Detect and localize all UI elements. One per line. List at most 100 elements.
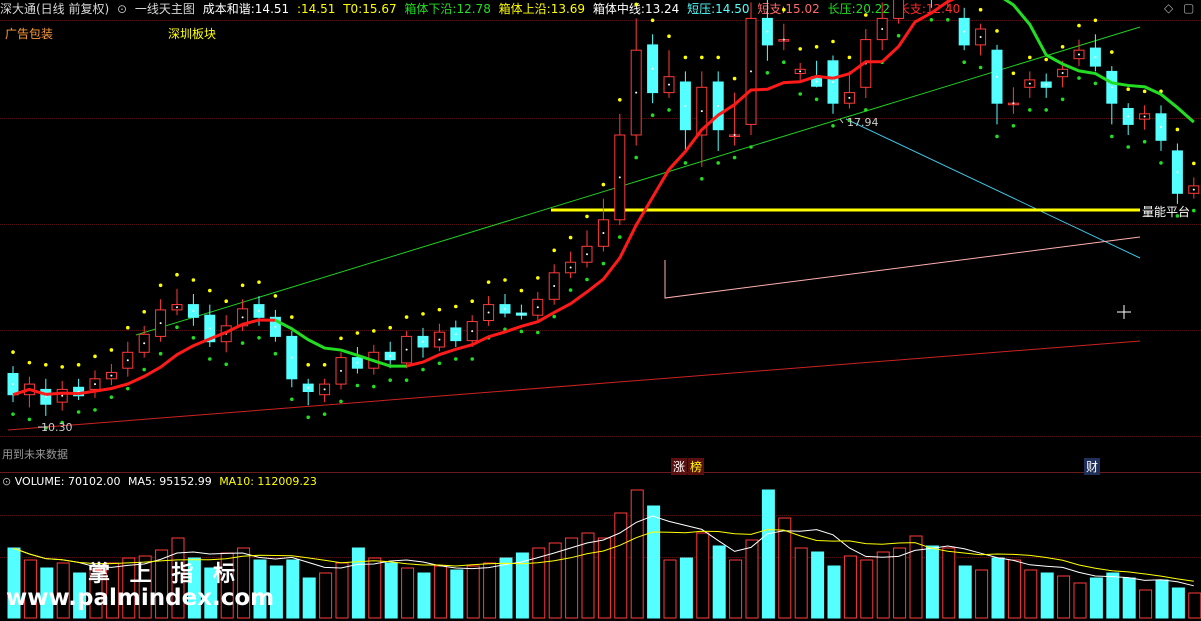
tag-bang[interactable]: 榜: [688, 458, 705, 475]
low-dot: [1044, 108, 1048, 112]
low-dot: [585, 277, 589, 282]
high-dot: [831, 39, 835, 44]
mid-dot: [1192, 188, 1195, 191]
volume-bar: [1024, 569, 1038, 619]
volume-bar: [466, 565, 480, 619]
high-dot: [634, 2, 638, 7]
low-dot: [896, 33, 901, 38]
volume-bar: [614, 512, 628, 619]
high-dot: [76, 363, 81, 367]
mid-dot: [241, 316, 244, 319]
low-price-label: 10.30: [41, 421, 73, 434]
high-dot: [60, 365, 64, 369]
high-dot: [44, 363, 48, 367]
low-dot: [93, 408, 97, 412]
high-dot: [798, 47, 802, 51]
volume-bar: [401, 567, 415, 619]
mid-dot: [208, 327, 211, 330]
volume-header: ⊙ VOLUME: 70102.00 MA5: 95152.99 MA10: 1…: [2, 475, 317, 488]
low-dot: [995, 134, 999, 139]
volume-bar: [581, 532, 595, 619]
mid-dot: [553, 285, 556, 288]
mid-dot: [963, 30, 966, 33]
mid-dot: [176, 306, 178, 309]
mid-dot: [602, 232, 605, 235]
volume-bar: [778, 517, 792, 619]
volume-bar: [843, 555, 857, 619]
low-dot: [290, 397, 294, 402]
volume-bar: [712, 545, 726, 619]
low-dot: [552, 314, 556, 319]
low-dot: [519, 329, 524, 334]
mid-dot: [536, 306, 539, 309]
mid-dot: [44, 395, 47, 398]
mid-dot: [651, 67, 654, 70]
moving-average-line: [45, 391, 79, 396]
high-dot: [1060, 45, 1065, 49]
volume-bar: [286, 559, 300, 619]
low-dot: [175, 325, 179, 330]
mid-dot: [586, 253, 588, 256]
high-dot: [355, 331, 360, 335]
mid-dot: [832, 81, 834, 83]
low-dot: [306, 415, 311, 420]
mid-dot: [782, 38, 785, 41]
mid-dot: [389, 355, 392, 358]
tag-cai[interactable]: 财: [1084, 458, 1101, 475]
volume-bar: [925, 545, 939, 619]
mid-dot: [1094, 56, 1097, 59]
mid-dot: [290, 356, 293, 359]
high-dot: [585, 214, 589, 219]
price-chart[interactable]: [0, 0, 1201, 621]
high-dot: [782, 7, 786, 12]
volume-bar: [647, 505, 661, 619]
mid-dot: [618, 176, 621, 179]
high-dot: [700, 55, 704, 60]
low-dot: [683, 161, 688, 165]
low-dot: [437, 361, 442, 366]
high-dot: [1110, 50, 1114, 54]
low-dot: [208, 357, 212, 361]
low-dot: [454, 357, 458, 361]
high-dot: [1077, 23, 1081, 28]
low-dot: [601, 261, 606, 266]
low-dot: [273, 351, 278, 356]
high-dot: [1093, 18, 1098, 23]
high-dot: [601, 182, 606, 187]
high-dot: [618, 98, 622, 102]
volume-bar: [860, 559, 874, 619]
low-dot: [27, 417, 32, 422]
low-dot: [765, 71, 770, 75]
tag-zhang[interactable]: 涨: [671, 458, 688, 475]
mid-dot: [126, 359, 129, 362]
high-dot: [257, 280, 261, 284]
settings-icon[interactable]: ⊙: [2, 475, 11, 488]
volume-bar: [745, 539, 759, 619]
low-dot: [109, 395, 114, 399]
mid-dot: [700, 110, 703, 113]
mid-dot: [815, 80, 818, 83]
high-dot: [650, 18, 655, 23]
volume-bar: [565, 537, 579, 619]
high-dot: [568, 235, 573, 240]
low-dot: [732, 155, 737, 160]
short-press-line: [845, 118, 1141, 259]
volume-bar: [1139, 589, 1153, 619]
mid-dot: [94, 383, 96, 386]
low-dot: [962, 60, 966, 64]
mid-dot: [1045, 83, 1048, 86]
high-dot: [667, 34, 671, 38]
high-dot: [847, 55, 852, 60]
mid-dot: [881, 28, 884, 30]
low-dot: [1077, 76, 1081, 80]
mid-dot: [569, 266, 572, 269]
high-dot: [142, 310, 146, 314]
volume-bar: [1089, 577, 1103, 619]
low-dot: [1192, 208, 1196, 213]
low-dot: [929, 18, 934, 22]
mid-dot: [520, 313, 523, 316]
volume-bar: [663, 559, 677, 619]
volume-bar: [1057, 575, 1071, 619]
volume-bar: [335, 562, 349, 619]
volume-bar: [499, 557, 513, 619]
